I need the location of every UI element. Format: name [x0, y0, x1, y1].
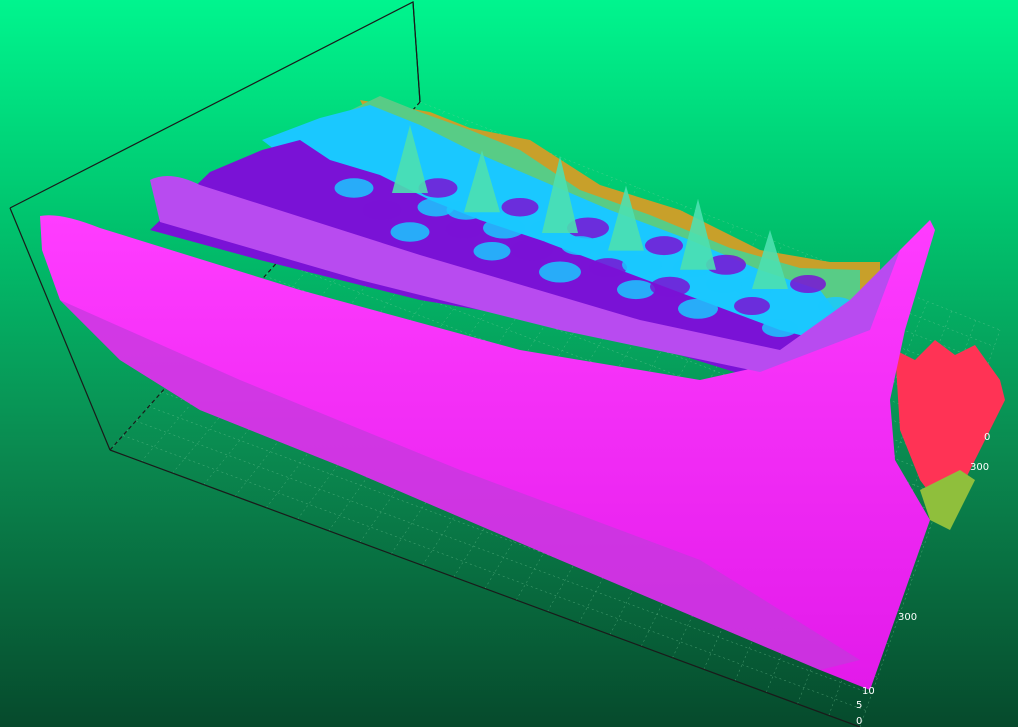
surface-plot-3d[interactable]: 0 300 300 10 5 0: [0, 0, 1018, 727]
terrain-blob: [622, 254, 662, 275]
terrain-blob: [734, 297, 770, 315]
terrain-blob: [539, 261, 581, 283]
surface-plot-viewport[interactable]: 0 300 300 10 5 0: [0, 0, 1018, 727]
terrain-blob: [561, 236, 599, 256]
terrain-blob: [501, 197, 539, 217]
tick-corner-5: 5: [856, 700, 862, 711]
terrain-blob: [762, 319, 798, 337]
tick-right-depth-0: 0: [984, 432, 990, 443]
box-back-vertical: [412, 1, 421, 103]
terrain-blob: [334, 178, 374, 198]
terrain-blob: [473, 241, 511, 261]
terrain-blob: [445, 219, 483, 239]
terrain-blob: [678, 298, 718, 319]
tick-front-10: 10: [862, 686, 875, 697]
terrain-blob: [390, 222, 430, 242]
tick-right-depth-300: 300: [970, 462, 989, 473]
terrain-blob: [790, 275, 826, 293]
terrain-blob: [511, 239, 553, 261]
terrain-blob: [483, 217, 525, 239]
terrain-blob: [417, 197, 455, 217]
terrain-blob: [362, 200, 402, 220]
terrain-blob: [617, 280, 655, 300]
terrain-blob: [645, 236, 683, 256]
terrain-blob: [589, 258, 627, 278]
tick-corner-0: 0: [856, 716, 862, 727]
terrain-blob: [650, 276, 690, 297]
tick-front-300: 300: [898, 612, 917, 623]
terrain-blob: [706, 275, 742, 293]
